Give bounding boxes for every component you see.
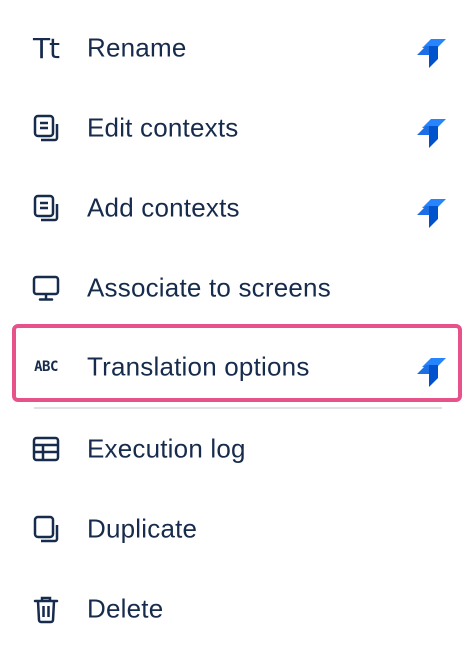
jira-logo-icon	[417, 119, 446, 148]
abc-text-icon: ABC	[34, 359, 58, 375]
jira-logo-icon	[417, 199, 446, 228]
actions-menu: Tt Rename Edit contexts Add contexts Ass…	[0, 0, 476, 646]
menu-item-add-contexts[interactable]: Add contexts	[0, 168, 476, 248]
table-icon	[26, 429, 66, 469]
menu-item-associate-to-screens[interactable]: Associate to screens	[0, 248, 476, 328]
menu-item-duplicate[interactable]: Duplicate	[0, 489, 476, 569]
monitor-icon	[26, 268, 66, 308]
menu-item-label: Edit contexts	[87, 112, 239, 143]
copy-document-icon	[26, 108, 66, 148]
jira-logo-icon	[417, 358, 446, 387]
menu-item-translation-options[interactable]: ABC Translation options	[0, 327, 476, 407]
menu-item-label: Execution log	[87, 433, 246, 464]
menu-item-label: Translation options	[87, 351, 310, 382]
menu-item-rename[interactable]: Tt Rename	[0, 8, 476, 88]
duplicate-icon	[26, 509, 66, 549]
trash-icon	[26, 589, 66, 629]
menu-item-edit-contexts[interactable]: Edit contexts	[0, 88, 476, 168]
menu-item-label: Add contexts	[87, 192, 240, 223]
menu-item-label: Delete	[87, 593, 164, 624]
copy-document-icon	[26, 188, 66, 228]
menu-item-execution-log[interactable]: Execution log	[0, 409, 476, 489]
menu-item-delete[interactable]: Delete	[0, 569, 476, 649]
text-tt-icon: Tt	[32, 31, 60, 65]
menu-item-label: Rename	[87, 32, 187, 63]
menu-item-label: Duplicate	[87, 513, 198, 544]
menu-item-label: Associate to screens	[87, 272, 331, 303]
jira-logo-icon	[417, 39, 446, 68]
